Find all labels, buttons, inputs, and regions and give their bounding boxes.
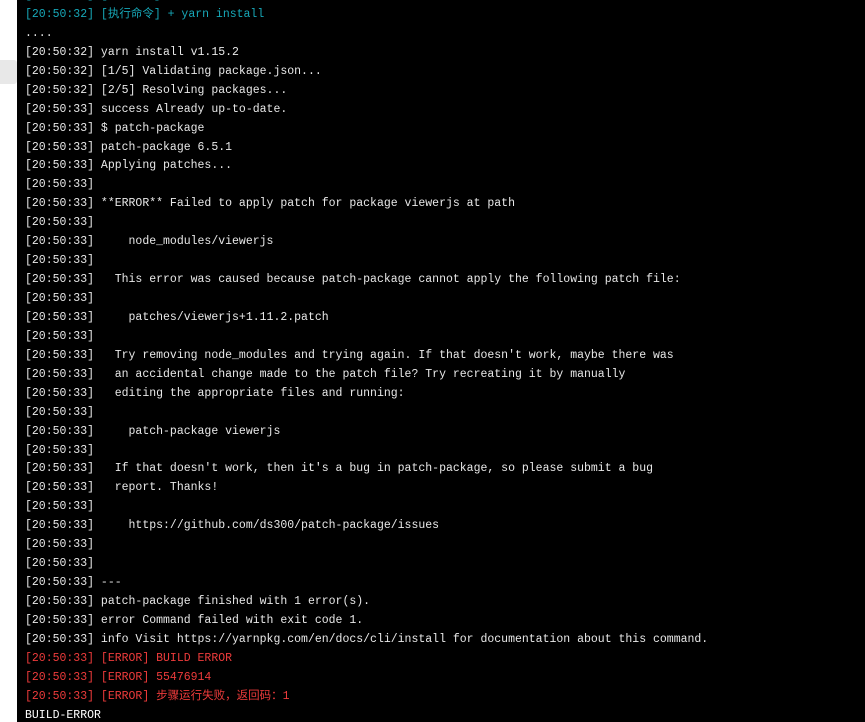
log-line: [20:50:33] error Command failed with exi… (25, 613, 364, 627)
log-line-error: [20:50:33] [ERROR] 步骤运行失败，返回码：1 (25, 689, 290, 703)
log-line: [20:50:33] (25, 557, 95, 571)
build-log-console: [20:50:32] [执行命令] ...[20:50:32] [执行命令] +… (17, 0, 865, 722)
log-line: [20:50:33] (25, 500, 95, 514)
log-line-error: [20:50:33] [ERROR] BUILD ERROR (25, 651, 233, 665)
log-line: [20:50:33] This error was caused because… (25, 273, 681, 287)
log-line: [20:50:33] $ patch-package (25, 121, 205, 135)
log-line: [20:50:32] [执行命令] + yarn install (25, 7, 265, 21)
log-line: [20:50:32] [1/5] Validating package.json… (25, 64, 322, 78)
log-line: [20:50:33] Try removing node_modules and… (25, 348, 674, 362)
log-line: [20:50:33] editing the appropriate files… (25, 386, 405, 400)
side-panel-tab[interactable] (0, 60, 17, 84)
log-line: [20:50:32] yarn install v1.15.2 (25, 45, 239, 59)
log-line: [20:50:33] success Already up-to-date. (25, 102, 288, 116)
log-line: [20:50:33] (25, 292, 95, 305)
log-line: [20:50:33] an accidental change made to … (25, 367, 626, 381)
log-line: BUILD-ERROR (25, 708, 101, 722)
log-line: [20:50:33] (25, 405, 95, 419)
log-line-error: [20:50:33] [ERROR] 55476914 (25, 670, 212, 684)
log-line: [20:50:33] --- (25, 576, 122, 590)
log-line: [20:50:33] (25, 216, 95, 230)
log-line: [20:50:33] patch-package viewerjs (25, 424, 281, 438)
log-line: [20:50:33] https://github.com/ds300/patc… (25, 519, 440, 533)
log-line: [20:50:33] (25, 178, 95, 192)
log-line: [20:50:33] patch-package 6.5.1 (25, 140, 233, 154)
log-line: [20:50:33] If that doesn't work, then it… (25, 462, 654, 476)
log-lines: [20:50:32] [执行命令] ...[20:50:32] [执行命令] +… (25, 0, 865, 722)
log-line: [20:50:33] patch-package finished with 1… (25, 595, 371, 608)
log-line: [20:50:33] (25, 254, 95, 268)
log-line: [20:50:33] patches/viewerjs+1.11.2.patch (25, 310, 329, 324)
log-line: [20:50:33] (25, 329, 95, 343)
log-line: [20:50:33] report. Thanks! (25, 481, 219, 495)
log-line: [20:50:33] node_modules/viewerjs (25, 235, 274, 249)
log-line: [20:50:33] **ERROR** Failed to apply pat… (25, 197, 515, 211)
log-line: [20:50:33] (25, 443, 95, 457)
log-line: [20:50:33] Applying patches... (25, 159, 233, 173)
log-line: .... (25, 26, 53, 40)
log-line: [20:50:33] info Visit https://yarnpkg.co… (25, 632, 709, 646)
log-line: [20:50:33] (25, 538, 95, 552)
log-line: [20:50:32] [2/5] Resolving packages... (25, 83, 288, 97)
